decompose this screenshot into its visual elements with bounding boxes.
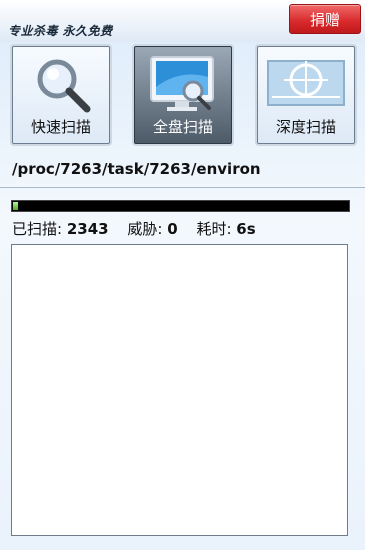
threats-label: 威胁: bbox=[127, 220, 163, 238]
full-scan-button[interactable]: 全盘扫描 bbox=[134, 46, 232, 144]
donate-button[interactable]: 捐赠 bbox=[289, 4, 361, 34]
deep-scan-button[interactable]: 深度扫描 bbox=[257, 46, 355, 144]
divider bbox=[0, 187, 365, 188]
scan-results-list[interactable] bbox=[11, 244, 348, 536]
scan-stats: 已扫描: 2343 威胁: 0 耗时: 6s bbox=[12, 218, 256, 239]
elapsed-time: 6s bbox=[236, 220, 256, 238]
monitor-magnifier-icon bbox=[150, 56, 214, 111]
elapsed-label: 耗时: bbox=[196, 220, 232, 238]
magnifier-icon bbox=[37, 59, 91, 113]
quick-scan-button[interactable]: 快速扫描 bbox=[12, 46, 110, 144]
quick-scan-label: 快速扫描 bbox=[30, 118, 91, 136]
target-crosshair-icon bbox=[267, 60, 345, 106]
scan-progress-bar bbox=[11, 200, 350, 212]
current-scan-path: /proc/7263/task/7263/environ bbox=[12, 160, 261, 178]
app-header: 专业杀毒 永久免费 捐赠 bbox=[0, 0, 365, 42]
full-scan-label: 全盘扫描 bbox=[152, 118, 213, 136]
threats-count: 0 bbox=[167, 220, 178, 238]
scan-mode-tiles: 快速扫描 全盘扫描 深度扫描 bbox=[0, 46, 365, 146]
scanned-count: 2343 bbox=[66, 220, 109, 238]
deep-scan-label: 深度扫描 bbox=[275, 118, 336, 136]
scan-progress-fill bbox=[13, 202, 19, 210]
app-slogan: 专业杀毒 永久免费 bbox=[8, 24, 113, 38]
scanned-label: 已扫描: bbox=[12, 220, 63, 238]
